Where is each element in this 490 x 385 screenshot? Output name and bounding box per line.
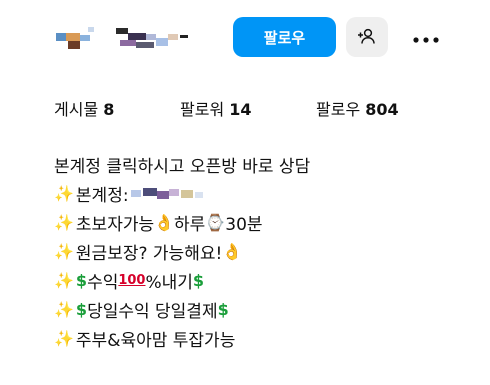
sparkles-icon: ✨ (54, 270, 74, 290)
following-count: 804 (365, 100, 399, 119)
watch-icon: ⌚ (205, 212, 226, 232)
hundred-points-icon: 100 (118, 273, 146, 288)
bio-line-3: ✨ 초보자가능 👌 하루 ⌚ 30분 (54, 208, 474, 237)
bio-line-6: ✨ $ 당일수익 당일결제 $ (54, 295, 474, 324)
main-account-link-pixelated[interactable] (130, 185, 209, 203)
bio-text: 30분 (225, 215, 263, 235)
bio-line-1: 본계정 클릭하시고 오픈방 바로 상담 (54, 150, 474, 179)
sparkles-icon: ✨ (54, 328, 74, 348)
dollar-icon: $ (217, 299, 229, 319)
profile-header: 팔로우 (0, 0, 490, 80)
following-stat[interactable]: 팔로우 804 (316, 96, 399, 120)
posts-stat[interactable]: 게시물 8 (54, 96, 114, 120)
sparkles-icon: ✨ (54, 212, 74, 232)
bio-line-2: ✨ 본계정: (54, 179, 474, 208)
followers-count: 14 (229, 100, 252, 119)
username-pixelated[interactable] (56, 24, 206, 56)
bio-text: %내기 (145, 273, 193, 293)
more-options-button[interactable] (404, 22, 448, 54)
bio-line-5: ✨ $ 수익 100 %내기 $ (54, 266, 474, 295)
follow-button[interactable]: 팔로우 (233, 17, 336, 57)
followers-label: 팔로워 (180, 100, 225, 119)
bio-line-4: ✨ 원금보장? 가능해요! 👌 (54, 237, 474, 266)
sparkles-icon: ✨ (54, 299, 74, 319)
following-label: 팔로우 (316, 100, 361, 119)
more-dots-icon (412, 29, 440, 48)
bio-text: 당일수익 당일결제 (87, 302, 218, 322)
dollar-icon: $ (192, 270, 205, 290)
ok-hand-icon: 👌 (154, 212, 175, 232)
suggested-accounts-button[interactable] (346, 17, 388, 57)
ok-hand-icon: 👌 (222, 241, 243, 261)
profile-bio: 본계정 클릭하시고 오픈방 바로 상담 ✨ 본계정: ✨ 초보자가능 👌 하루 … (54, 150, 474, 353)
bio-text: 수익 (87, 273, 119, 293)
bio-text: 초보자가능 (75, 215, 155, 235)
dollar-icon: $ (75, 270, 88, 290)
bio-text: 본계정: (75, 186, 129, 206)
add-person-icon (357, 27, 377, 48)
bio-text: 주부&육아맘 투잡가능 (75, 331, 236, 351)
dollar-icon: $ (75, 299, 88, 319)
bio-text: 본계정 클릭하시고 오픈방 바로 상담 (54, 157, 311, 177)
bio-line-7: ✨ 주부&육아맘 투잡가능 (54, 324, 474, 353)
bio-text: 원금보장? 가능해요! (75, 244, 223, 264)
sparkles-icon: ✨ (54, 183, 74, 203)
posts-label: 게시물 (54, 100, 99, 119)
sparkles-icon: ✨ (54, 241, 74, 261)
followers-stat[interactable]: 팔로워 14 (180, 96, 252, 120)
bio-text: 하루 (174, 215, 206, 235)
posts-count: 8 (103, 100, 115, 119)
